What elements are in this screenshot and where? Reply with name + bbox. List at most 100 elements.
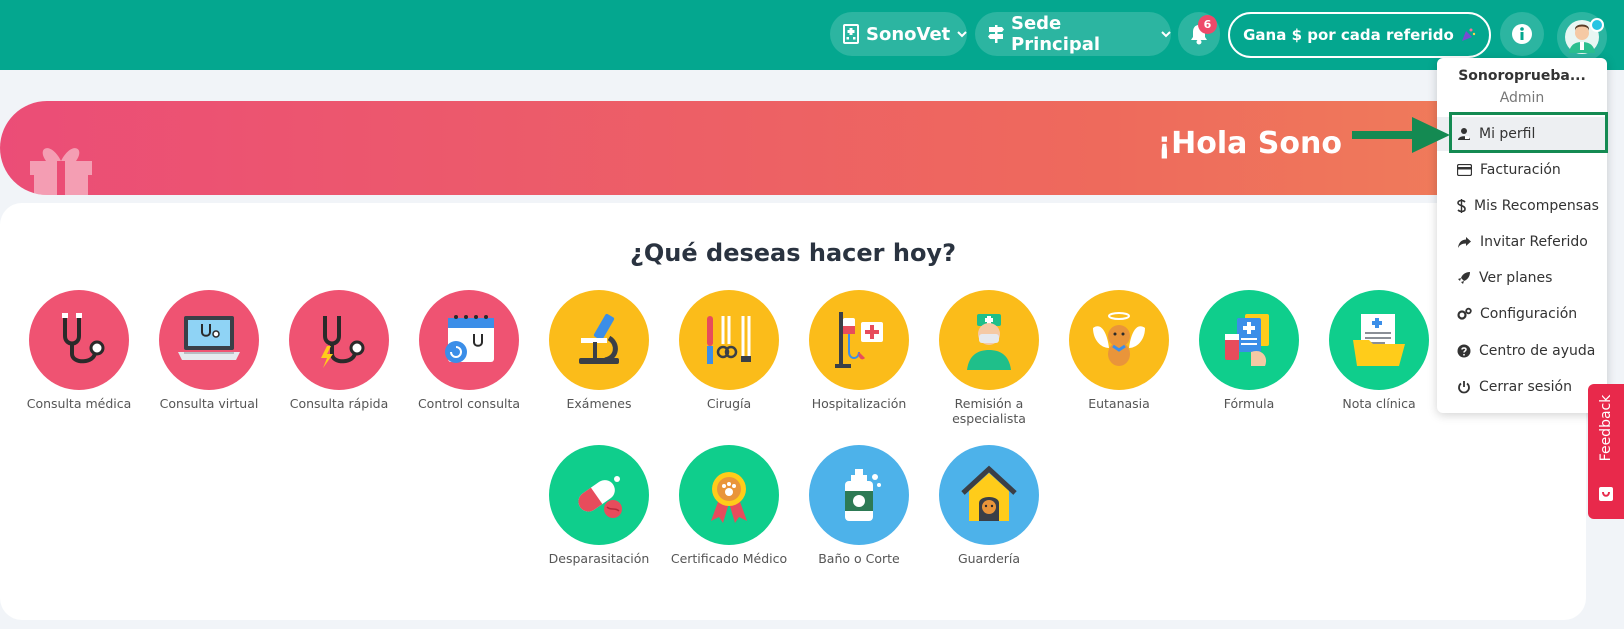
clinic-selector[interactable]: SonoVet [830, 12, 967, 56]
action-circle[interactable] [809, 445, 909, 545]
party-popper-icon [1461, 28, 1476, 41]
action-bano-corte[interactable]: Baño o Corte [789, 445, 929, 566]
action-circle[interactable] [1199, 290, 1299, 390]
action-circle[interactable] [29, 290, 129, 390]
action-label: Nota clínica [1342, 396, 1416, 411]
user-avatar-button[interactable] [1557, 12, 1607, 62]
feedback-tab[interactable]: Feedback [1588, 384, 1624, 519]
dog-house-icon [961, 465, 1017, 521]
info-icon [1512, 24, 1532, 44]
menu-item-configuracion[interactable]: Configuración [1437, 297, 1607, 331]
action-label: Consulta médica [26, 396, 132, 411]
notifications-button[interactable]: 6 [1178, 12, 1220, 56]
action-circle[interactable] [159, 290, 259, 390]
clinical-note-folder-icon [1353, 314, 1405, 366]
action-label: Certificado Médico [670, 551, 788, 566]
action-circle[interactable] [549, 445, 649, 545]
action-label: Hospitalización [811, 396, 907, 411]
menu-item-cerrar-sesion[interactable]: Cerrar sesión [1437, 370, 1607, 404]
action-examenes[interactable]: Exámenes [529, 290, 669, 411]
credit-card-icon [1457, 164, 1472, 176]
menu-item-centro-ayuda[interactable]: Centro de ayuda [1437, 334, 1607, 368]
action-circle[interactable] [939, 445, 1039, 545]
calendar-stethoscope-icon [445, 315, 494, 363]
iv-drip-icon [835, 312, 883, 368]
action-desparasitacion[interactable]: Desparasitación [529, 445, 669, 566]
chevron-down-icon [957, 30, 967, 37]
action-circle[interactable] [939, 290, 1039, 390]
prescription-icon [1225, 314, 1269, 366]
action-circle[interactable] [679, 290, 779, 390]
action-label: Guardería [957, 551, 1021, 566]
clinic-label: SonoVet [866, 23, 951, 45]
action-formula[interactable]: Fórmula [1179, 290, 1319, 411]
referral-label: Gana $ por cada referido [1243, 26, 1454, 44]
surgical-tools-icon [707, 316, 751, 364]
action-circle[interactable] [809, 290, 909, 390]
shampoo-bottle-icon [845, 469, 881, 521]
menu-item-invitar-referido[interactable]: Invitar Referido [1437, 225, 1607, 259]
action-guarderia[interactable]: Guardería [919, 445, 1059, 566]
action-label: Cirugía [706, 396, 752, 411]
signpost-icon [988, 25, 1004, 43]
feedback-label: Feedback [1598, 394, 1614, 462]
menu-role: Admin [1499, 90, 1545, 106]
action-circle[interactable] [289, 290, 389, 390]
gift-icon [30, 148, 92, 195]
action-consulta-rapida[interactable]: Consulta rápida [269, 290, 409, 411]
action-control-consulta[interactable]: Control consulta [399, 290, 539, 411]
action-remision-especialista[interactable]: Remisión a especialista [919, 290, 1059, 426]
action-circle[interactable] [549, 290, 649, 390]
feedback-chat-icon [1599, 487, 1613, 501]
dollar-icon [1457, 199, 1466, 213]
action-nota-clinica[interactable]: Nota clínica [1309, 290, 1449, 411]
menu-item-label: Cerrar sesión [1479, 379, 1572, 395]
laptop-icon [178, 316, 240, 360]
menu-item-label: Invitar Referido [1480, 234, 1588, 250]
pill-icon [578, 476, 622, 518]
action-eutanasia[interactable]: Eutanasia [1049, 290, 1189, 411]
branch-selector[interactable]: Sede Principal [975, 12, 1171, 56]
verified-check-icon [1590, 18, 1604, 32]
chevron-down-icon [1161, 30, 1171, 37]
action-label: Baño o Corte [818, 551, 900, 566]
hospital-icon [843, 24, 859, 44]
menu-item-mis-recompensas[interactable]: Mis Recompensas [1437, 189, 1607, 223]
action-consulta-medica[interactable]: Consulta médica [9, 290, 149, 411]
doctor-icon [967, 314, 1011, 370]
action-label: Remisión a especialista [952, 396, 1026, 426]
card-title: ¿Qué deseas hacer hoy? [629, 239, 956, 267]
action-label: Control consulta [417, 396, 521, 411]
highlight-box [1449, 112, 1608, 153]
menu-item-label: Ver planes [1479, 270, 1553, 286]
action-label: Eutanasia [1088, 396, 1150, 411]
action-hospitalizacion[interactable]: Hospitalización [789, 290, 929, 411]
action-circle[interactable] [419, 290, 519, 390]
rocket-icon [1458, 272, 1470, 284]
action-certificado-medico[interactable]: Certificado Médico [659, 445, 799, 566]
action-circle[interactable] [1069, 290, 1169, 390]
pointer-arrow-icon [1352, 117, 1450, 153]
actions-card: ¿Qué deseas hacer hoy? Consulta médica C… [0, 203, 1586, 620]
info-button[interactable] [1500, 12, 1544, 56]
menu-item-label: Centro de ayuda [1479, 343, 1596, 359]
action-cirugia[interactable]: Cirugía [659, 290, 799, 411]
action-circle[interactable] [679, 445, 779, 545]
stethoscope-lightning-icon [321, 316, 365, 368]
gears-icon [1457, 307, 1472, 320]
stethoscope-icon [62, 313, 105, 364]
branch-label: Sede Principal [1011, 13, 1101, 55]
angel-dog-icon [1093, 312, 1145, 366]
action-circle[interactable] [1329, 290, 1429, 390]
action-label: Exámenes [566, 396, 632, 411]
menu-item-ver-planes[interactable]: Ver planes [1437, 261, 1607, 295]
menu-item-facturacion[interactable]: Facturación [1437, 153, 1607, 187]
menu-item-label: Facturación [1480, 162, 1561, 178]
microscope-icon [579, 313, 619, 364]
action-consulta-virtual[interactable]: Consulta virtual [139, 290, 279, 411]
notification-badge: 6 [1198, 15, 1217, 34]
action-label: Fórmula [1223, 396, 1275, 411]
referral-button[interactable]: Gana $ por cada referido [1228, 12, 1491, 58]
menu-item-label: Mis Recompensas [1474, 198, 1599, 214]
top-bar: SonoVet Sede Principal 6 Gana $ por cada… [0, 0, 1624, 70]
